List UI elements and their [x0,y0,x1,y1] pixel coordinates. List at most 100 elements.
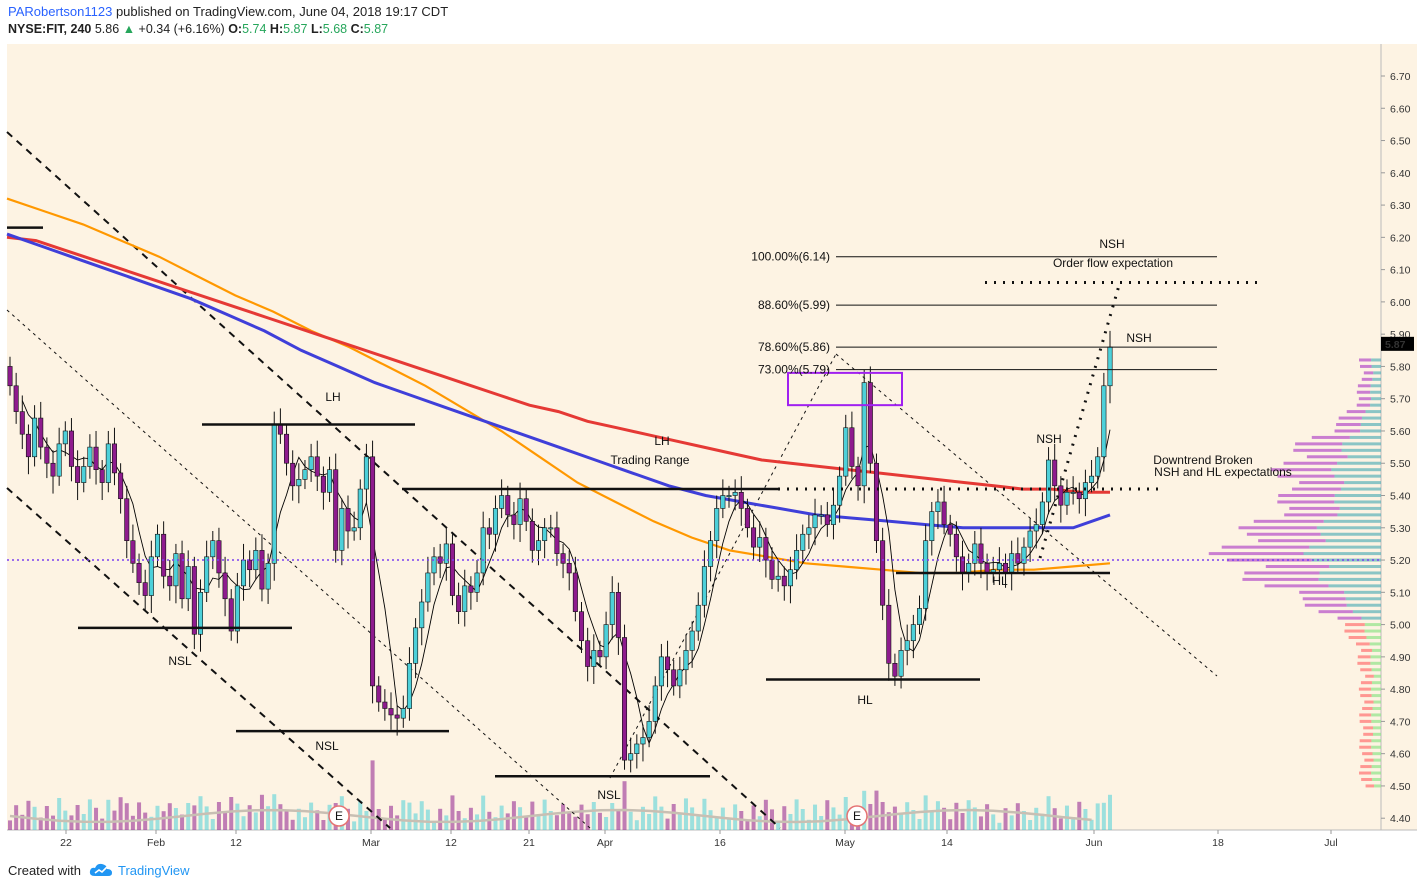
candle-body [406,663,412,709]
profile-bar-sell [1360,765,1372,769]
volume-bar [51,815,56,830]
candle-body [910,624,916,642]
candle-body [591,650,597,667]
annotation-label: Trading Range [611,453,690,467]
volume-bar [124,803,129,830]
profile-bar-buy [1372,726,1381,730]
volume-bar [425,809,430,830]
profile-bar-sell [1336,423,1361,427]
created-with-text: Created with [8,863,81,878]
candle-body [566,562,572,574]
profile-bar-sell [1359,771,1372,775]
candle-body [873,462,879,541]
volume-bar [604,817,609,830]
volume-bar [518,807,523,830]
tradingview-brand-link[interactable]: TradingView [118,863,190,878]
volume-bar [26,800,31,830]
volume-bar [677,813,682,830]
volume-bar [1095,803,1100,830]
tradingview-logo-icon[interactable] [88,861,114,879]
volume-bar [438,808,443,830]
price-tick-label: 6.00 [1390,297,1411,309]
candle-body [1089,475,1095,483]
candle-body [185,566,191,600]
candle-body [247,559,253,571]
time-tick-label: Jul [1324,837,1337,849]
candle-body [861,382,867,487]
profile-bar-sell [1359,719,1372,723]
candle-body [234,585,240,632]
candle-body [916,608,922,625]
time-tick-label: May [835,837,856,849]
volume-bar [825,800,830,830]
candle-body [646,721,652,738]
candle-body [111,443,117,474]
candle-body [345,508,351,532]
profile-bar-buy [1339,506,1381,510]
volume-bar [837,814,842,830]
candle-body [984,562,990,574]
volume-bar [364,811,369,830]
profile-bar-buy [1334,494,1381,498]
volume-bar [100,818,105,830]
volume-bar [702,798,707,830]
profile-bar-buy [1372,377,1381,381]
candle-body [486,527,492,535]
time-tick-label: 16 [714,837,726,849]
candle-body [941,501,947,525]
time-axis-ticks: 22 Feb 12 Mar 12 21 Apr 16 May 14 Jun 18 Jul [60,830,1338,849]
volume-bar [216,802,221,830]
profile-bar-sell [1264,584,1329,588]
volume-bar [647,814,652,830]
candle-body [62,430,68,445]
profile-bar-sell [1365,784,1375,788]
volume-bar [561,804,566,830]
volume-bar [401,800,406,830]
price-tick-label: 6.60 [1390,103,1411,115]
volume-bar [665,818,670,830]
volume-bar [87,799,92,830]
candle-body [154,533,160,558]
volume-bar [1009,815,1014,830]
volume-bar [794,799,799,830]
annotation-label: NSL [168,654,192,668]
price-chart[interactable]: 100.00%(6.14) 88.60%(5.99) 78.60%(5.86) 73.… [0,0,1423,888]
profile-bar-sell [1362,706,1373,710]
candle-body [1021,546,1027,564]
profile-bar-sell [1337,616,1362,620]
volume-bar [917,819,922,830]
volume-bar [978,816,983,830]
volume-bar [235,803,240,830]
candle-body [204,556,210,593]
candle-body [1027,530,1033,548]
profile-bar-buy [1371,739,1381,743]
profile-bar-buy [1318,577,1381,581]
candle-body [413,627,419,664]
candle-body [75,466,81,483]
candle-body [843,427,849,477]
candle-body [677,669,683,687]
candle-body [634,743,640,754]
time-tick-label: Jun [1086,837,1103,849]
annotation-label: HL [992,574,1008,588]
candle-body [738,491,744,509]
volume-bar [813,804,818,830]
candle-body [7,366,13,387]
profile-bar-sell [1357,655,1371,659]
fib-level-label: 73.00%(5.79) [758,363,830,377]
chart-footer: Created with TradingView [0,852,1423,888]
candle-body [1046,459,1052,503]
profile-bar-sell [1238,526,1317,530]
profile-bar-buy [1370,655,1381,659]
candle-body [271,424,277,564]
candle-body [499,495,505,509]
candle-body [142,582,148,596]
volume-bar [247,805,252,830]
annotation-label: NSL [597,788,621,802]
profile-bar-sell [1361,777,1373,781]
profile-bar-sell [1360,681,1372,685]
volume-bar [173,808,178,830]
profile-bar-buy [1370,661,1381,665]
profile-bar-buy [1366,635,1381,639]
candle-body [787,569,793,587]
